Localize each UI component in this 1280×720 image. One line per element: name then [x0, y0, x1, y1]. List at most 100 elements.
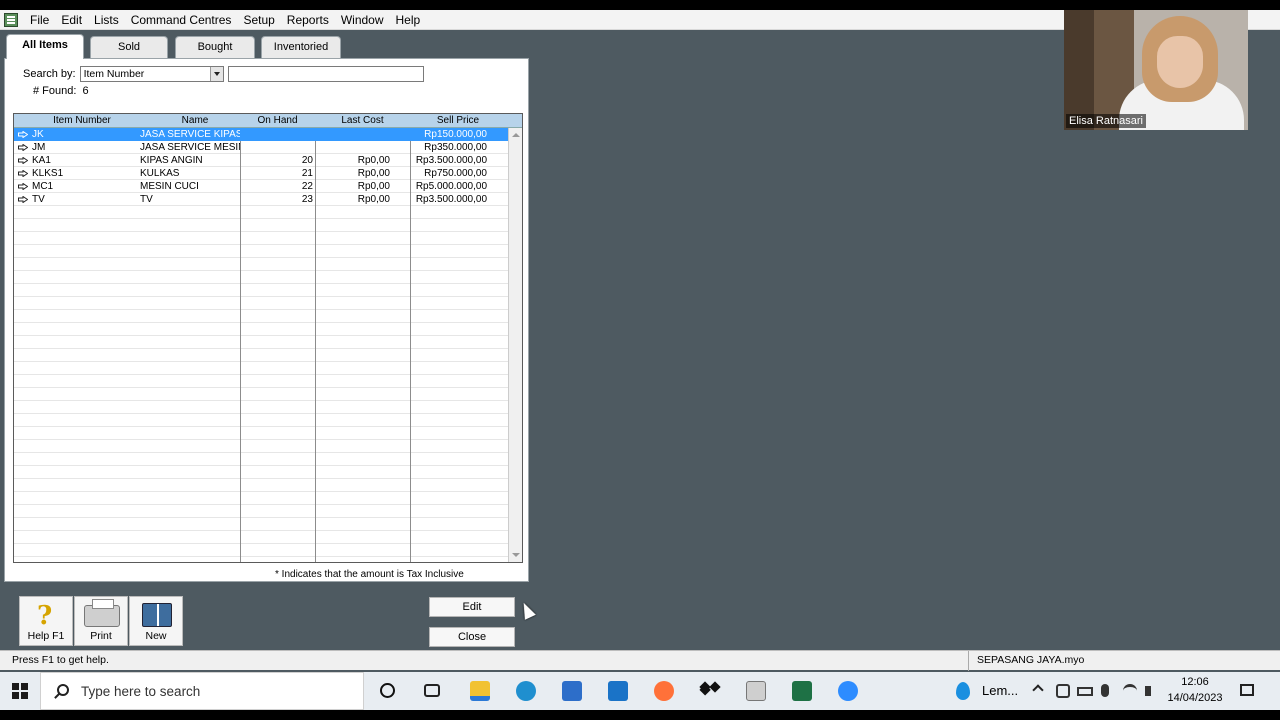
taskbar-search[interactable]: Type here to search [40, 672, 364, 710]
chevron-down-icon[interactable] [209, 67, 223, 81]
cell-sell-price: Rp750.000,00 [424, 168, 487, 179]
volume-icon[interactable] [1145, 686, 1151, 696]
task-view-icon[interactable] [424, 684, 440, 697]
clock-date[interactable]: 14/04/2023 [1160, 692, 1230, 704]
tab-inventoried[interactable]: Inventoried [261, 36, 341, 58]
menu-setup[interactable]: Setup [237, 13, 280, 27]
participant-name: Elisa Ratnasari [1066, 114, 1146, 128]
myob-app-icon[interactable] [746, 681, 766, 701]
zoom-arrow-icon[interactable] [18, 183, 28, 190]
tab-all-items[interactable]: All Items [6, 34, 84, 59]
cell-last-cost: Rp0,00 [357, 155, 390, 166]
notification-icon[interactable] [1240, 684, 1254, 696]
zoom-icon[interactable] [838, 681, 858, 701]
zoom-arrow-icon[interactable] [18, 196, 28, 203]
cell-name: KIPAS ANGIN [140, 155, 203, 166]
mouse-cursor-icon [518, 600, 536, 620]
cell-last-cost: Rp0,00 [357, 168, 390, 179]
search-input[interactable] [227, 66, 424, 82]
new-button[interactable]: New [129, 596, 183, 646]
items-table: Item Number Name On Hand Last Cost Sell … [13, 113, 523, 563]
column-on-hand[interactable]: On Hand [240, 114, 315, 127]
tab-sold[interactable]: Sold [90, 36, 168, 58]
taskbar: Type here to search Lem... 12:06 14/04/2… [0, 672, 1280, 710]
cell-name: JASA SERVICE MESIN [140, 142, 240, 153]
cell-last-cost [315, 141, 410, 154]
column-item-number[interactable]: Item Number [14, 114, 150, 127]
table-row[interactable]: KA1 KIPAS ANGIN 20 Rp0,00 Rp3.500.000,00 [14, 154, 509, 167]
cell-item-number: KLKS1 [14, 167, 138, 180]
tab-bought[interactable]: Bought [175, 36, 255, 58]
status-bar: Press F1 to get help. SEPASANG JAYA.myo [0, 650, 1280, 671]
edit-button[interactable]: Edit [429, 597, 515, 617]
chevron-up-icon[interactable] [1032, 684, 1044, 696]
cell-last-cost: Rp0,00 [357, 194, 390, 205]
cell-item-number: TV [14, 193, 138, 206]
menu-help[interactable]: Help [390, 13, 427, 27]
help-button[interactable]: ? Help F1 [19, 596, 73, 646]
table-row[interactable]: KLKS1 KULKAS 21 Rp0,00 Rp750.000,00 [14, 167, 509, 180]
menu-command-centres[interactable]: Command Centres [125, 13, 238, 27]
column-name[interactable]: Name [150, 114, 240, 127]
print-button[interactable]: Print [74, 596, 128, 646]
microphone-icon[interactable] [1101, 684, 1109, 697]
cortana-icon[interactable] [380, 683, 395, 698]
weather-text[interactable]: Lem... [982, 683, 1018, 698]
table-body: JK JASA SERVICE KIPAS Rp150.000,00 JM JASA S… [14, 128, 509, 562]
cell-on-hand [240, 128, 315, 141]
found-label: # Found: [33, 85, 77, 97]
store-icon[interactable] [562, 681, 582, 701]
scroll-down-icon[interactable] [512, 553, 520, 557]
table-row[interactable]: JK JASA SERVICE KIPAS Rp150.000,00 [14, 128, 509, 141]
table-row[interactable]: JM JASA SERVICE MESIN Rp350.000,00 [14, 141, 509, 154]
item-number: MC1 [32, 181, 54, 192]
wifi-icon[interactable] [1123, 684, 1137, 698]
edge-browser-icon[interactable] [516, 681, 536, 701]
firefox-icon[interactable] [654, 681, 674, 701]
cell-on-hand: 22 [301, 181, 313, 192]
menu-reports[interactable]: Reports [281, 13, 335, 27]
excel-icon[interactable] [792, 681, 812, 701]
found-value: 6 [82, 85, 89, 97]
close-button[interactable]: Close [429, 627, 515, 647]
tray-app-icon[interactable] [1056, 684, 1070, 698]
file-explorer-icon[interactable] [470, 681, 490, 701]
app-icon[interactable] [4, 12, 18, 27]
status-help-text: Press F1 to get help. [12, 654, 109, 666]
menu-window[interactable]: Window [335, 13, 390, 27]
cell-on-hand: 20 [301, 155, 313, 166]
table-row[interactable]: TV TV 23 Rp0,00 Rp3.500.000,00 [14, 193, 509, 206]
cell-sell-price: Rp150.000,00 [424, 129, 487, 140]
search-icon [57, 684, 69, 696]
menu-lists[interactable]: Lists [88, 13, 125, 27]
cell-name: KULKAS [140, 168, 180, 179]
weather-icon[interactable] [956, 682, 970, 700]
item-number: KLKS1 [32, 168, 64, 179]
menu-edit[interactable]: Edit [55, 13, 88, 27]
column-last-cost[interactable]: Last Cost [315, 114, 410, 127]
column-sell-price[interactable]: Sell Price [410, 114, 506, 127]
search-row: Search by: Item Number [23, 66, 424, 82]
status-company-file: SEPASANG JAYA.myo [968, 651, 1280, 671]
clock-time[interactable]: 12:06 [1160, 676, 1230, 688]
menu-file[interactable]: File [24, 13, 55, 27]
zoom-arrow-icon[interactable] [18, 144, 28, 151]
zoom-arrow-icon[interactable] [18, 157, 28, 164]
zoom-arrow-icon[interactable] [18, 170, 28, 177]
mail-icon[interactable] [608, 681, 628, 701]
items-panel: Search by: Item Number # Found: 6 Item N… [4, 58, 529, 582]
search-field-select[interactable]: Item Number [79, 66, 224, 82]
zoom-arrow-icon[interactable] [18, 131, 28, 138]
scroll-up-icon[interactable] [512, 133, 520, 137]
cell-on-hand [240, 141, 315, 154]
table-row[interactable]: MC1 MESIN CUCI 22 Rp0,00 Rp5.000.000,00 [14, 180, 509, 193]
dropbox-icon[interactable] [700, 681, 720, 701]
participant-figure [1157, 36, 1203, 88]
taskbar-search-placeholder: Type here to search [81, 684, 201, 699]
battery-icon[interactable] [1077, 687, 1093, 696]
cell-on-hand: 23 [301, 194, 313, 205]
table-header: Item Number Name On Hand Last Cost Sell … [14, 114, 522, 128]
windows-start-icon[interactable] [12, 683, 28, 699]
vertical-scrollbar[interactable] [508, 128, 522, 562]
items-list-window: All Items Sold Bought Inventoried Search… [4, 34, 529, 582]
